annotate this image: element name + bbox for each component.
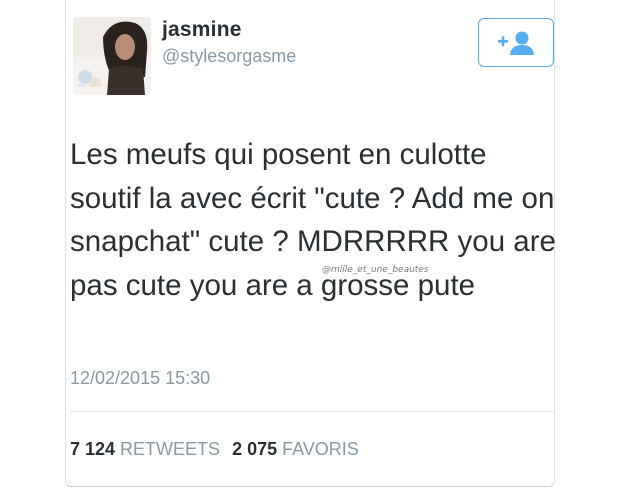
watermark-text: @mille_et_une_beautes [322, 265, 429, 275]
tweet-stats: 7 124 RETWEETS 2 075 FAVORIS [70, 439, 359, 460]
tweet-timestamp[interactable]: 12/02/2015 15:30 [70, 368, 210, 389]
tweet-card: jasmine @stylesorgasme Les meufs qui pos… [65, 0, 556, 487]
favorites-stat[interactable]: 2 075 FAVORIS [232, 439, 359, 459]
follow-button[interactable] [478, 18, 554, 67]
favorites-label: FAVORIS [282, 439, 359, 459]
display-name[interactable]: jasmine [162, 18, 242, 42]
avatar[interactable] [73, 17, 151, 95]
tweet-text: Les meufs qui posent en culotte soutif l… [70, 138, 556, 302]
page: jasmine @stylesorgasme Les meufs qui pos… [0, 0, 620, 490]
retweets-label: RETWEETS [120, 439, 221, 459]
favorites-count: 2 075 [232, 439, 278, 459]
avatar-image [73, 17, 151, 95]
divider [70, 411, 554, 412]
retweets-stat[interactable]: 7 124 RETWEETS [70, 439, 220, 459]
add-user-icon [498, 31, 534, 55]
retweets-count: 7 124 [70, 439, 116, 459]
user-handle[interactable]: @stylesorgasme [162, 46, 296, 67]
